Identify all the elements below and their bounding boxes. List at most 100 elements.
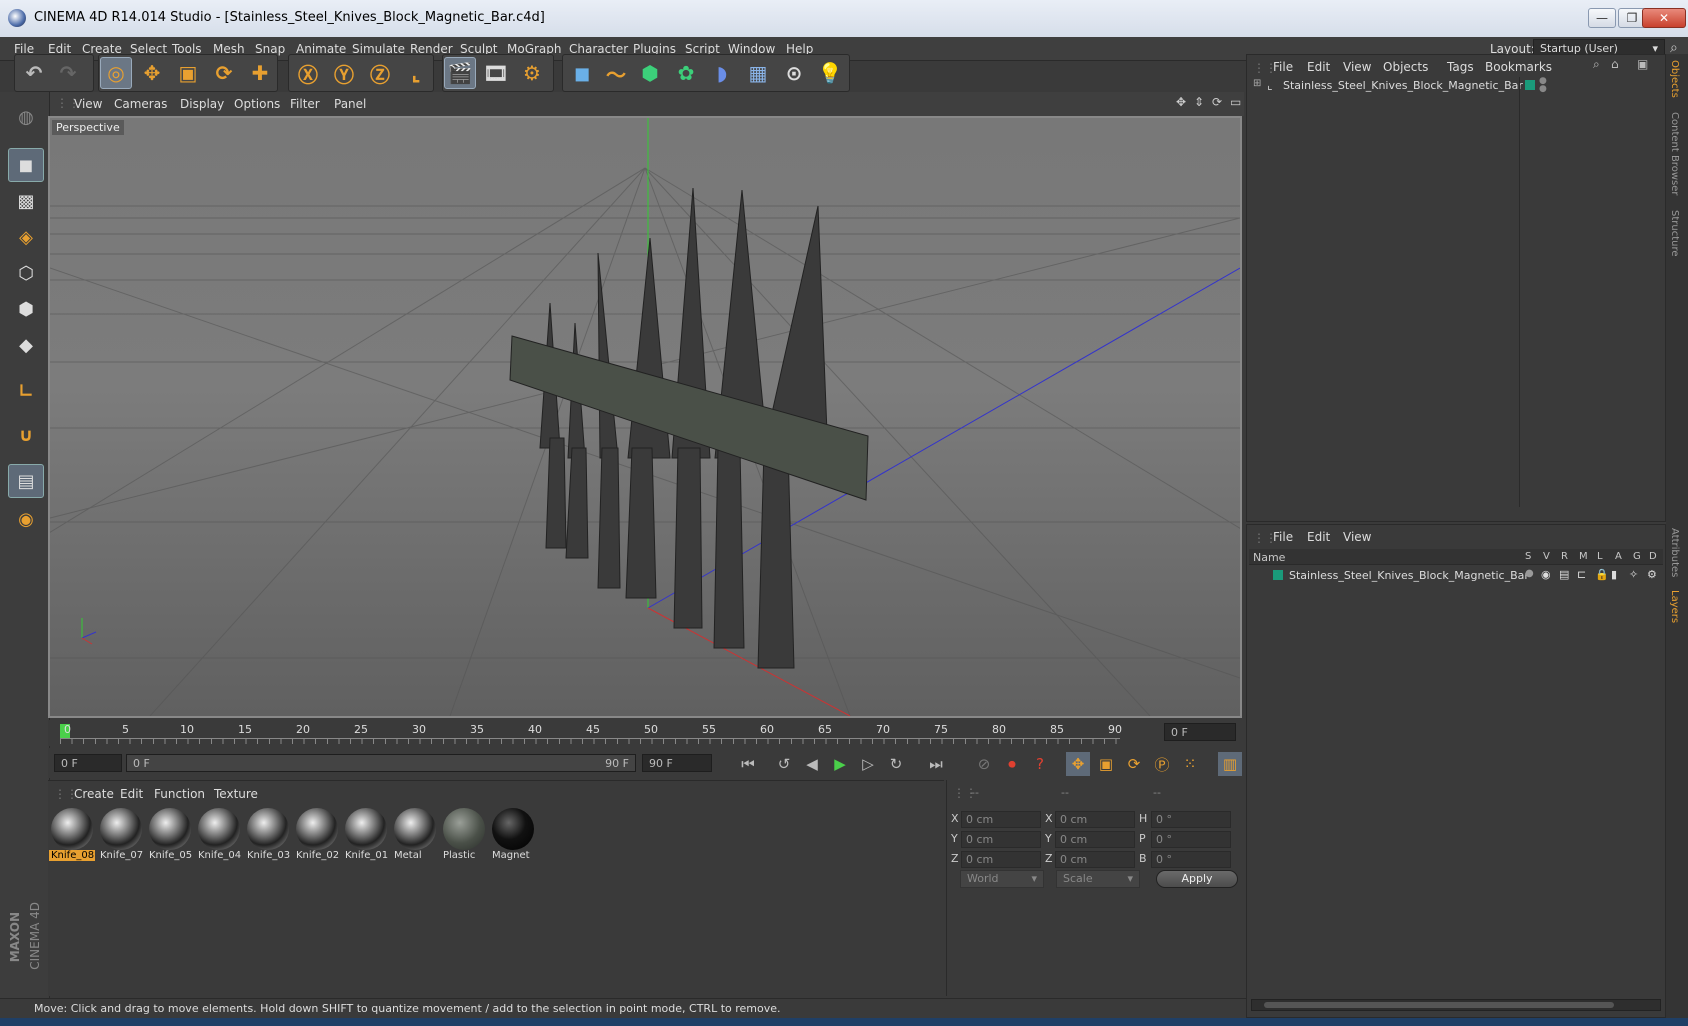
scale-icon[interactable]: ▣ (172, 57, 204, 89)
record-keys-icon[interactable]: ⊘ (972, 752, 996, 776)
mat-menu-create[interactable]: Create (74, 787, 114, 801)
obj-menu-objects[interactable]: Objects (1383, 60, 1428, 74)
vp-menu-display[interactable]: Display (180, 97, 224, 111)
timeline-ruler[interactable]: 0 5 10 15 20 25 30 35 40 45 50 55 60 65 … (48, 720, 1242, 746)
play-icon[interactable]: ▶ (828, 752, 852, 776)
render-icon[interactable]: ▤ (1559, 568, 1569, 581)
obj-menu-edit[interactable]: Edit (1307, 60, 1330, 74)
mat-menu-function[interactable]: Function (154, 787, 205, 801)
key-rotation-icon[interactable]: ⟳ (1122, 752, 1146, 776)
rotate-icon[interactable]: ⟳ (208, 57, 240, 89)
grid-snap-icon[interactable]: ◉ (8, 502, 44, 536)
tab-content-browser[interactable]: Content Browser (1669, 112, 1680, 195)
points-mode-icon[interactable]: ⬡ (8, 256, 44, 290)
mat-menu-texture[interactable]: Texture (214, 787, 258, 801)
move-icon[interactable]: ✥ (136, 57, 168, 89)
light-icon[interactable]: 💡 (814, 57, 846, 89)
prev-key-icon[interactable]: ↺ (772, 752, 796, 776)
obj-menu-bookmarks[interactable]: Bookmarks (1485, 60, 1552, 74)
lock-icon[interactable]: 🔒 (1595, 568, 1609, 581)
size-y-field[interactable]: 0 cm (1055, 831, 1135, 848)
layer-row[interactable]: Stainless_Steel_Knives_Block_Magnetic_Ba… (1249, 567, 1663, 585)
new-view-icon[interactable]: ▣ (1637, 57, 1648, 71)
obj-menu-tags[interactable]: Tags (1447, 60, 1474, 74)
dolly-icon[interactable]: ⇕ (1194, 95, 1204, 109)
maximize-view-icon[interactable]: ▭ (1230, 95, 1241, 109)
model-mode-icon[interactable]: ◼ (8, 148, 44, 182)
tab-structure[interactable]: Structure (1669, 210, 1680, 257)
axis-mode-icon[interactable]: ∟ (8, 374, 44, 408)
material-swatch[interactable]: Knife_04 (196, 806, 242, 862)
layer-menu-edit[interactable]: Edit (1307, 530, 1330, 544)
vp-menu-cameras[interactable]: Cameras (114, 97, 167, 111)
size-x-field[interactable]: 0 cm (1055, 811, 1135, 828)
material-swatch[interactable]: Knife_03 (245, 806, 291, 862)
apply-button[interactable]: Apply (1156, 870, 1238, 888)
tab-layers[interactable]: Layers (1669, 590, 1680, 623)
edges-mode-icon[interactable]: ⬢ (8, 292, 44, 326)
start-frame-field[interactable]: 0 F (54, 754, 122, 772)
key-scale-icon[interactable]: ▣ (1094, 752, 1118, 776)
obj-menu-file[interactable]: File (1273, 60, 1293, 74)
layer-menu-file[interactable]: File (1273, 530, 1293, 544)
vp-menu-panel[interactable]: Panel (334, 97, 366, 111)
visibility-eye-icon[interactable]: ◉ (1541, 568, 1551, 581)
position-x-field[interactable]: 0 cm (961, 811, 1041, 828)
goto-end-icon[interactable]: ⏭ (924, 752, 948, 776)
horizontal-scrollbar[interactable] (1251, 999, 1661, 1011)
solo-icon[interactable]: ● (1525, 568, 1534, 579)
coordinate-mode-select[interactable]: World ▾ (960, 870, 1044, 888)
deformer-icon[interactable]: ◗ (706, 57, 738, 89)
vp-menu-filter[interactable]: Filter (290, 97, 320, 111)
material-swatch[interactable]: Metal (392, 806, 438, 862)
tab-attributes[interactable]: Attributes (1669, 528, 1680, 577)
minimize-button[interactable]: — (1588, 8, 1616, 28)
current-frame-field[interactable]: 0 F (1164, 723, 1236, 741)
subdivision-icon[interactable]: ⬢ (634, 57, 666, 89)
position-z-field[interactable]: 0 cm (961, 851, 1041, 868)
timeline-window-icon[interactable]: ▥ (1218, 752, 1242, 776)
floor-icon[interactable]: ▦ (742, 57, 774, 89)
camera-icon[interactable]: ⊙ (778, 57, 810, 89)
material-swatch[interactable]: Knife_07 (98, 806, 144, 862)
material-swatch[interactable]: Knife_08 (49, 806, 95, 862)
animation-icon[interactable]: ▮ (1611, 568, 1617, 581)
material-swatch[interactable]: Knife_01 (343, 806, 389, 862)
undo-icon[interactable]: ↶ (18, 57, 50, 89)
tab-objects[interactable]: Objects (1669, 60, 1680, 98)
search-icon[interactable]: ⌕ (1593, 57, 1600, 72)
layer-menu-view[interactable]: View (1343, 530, 1371, 544)
end-frame-field[interactable]: 90 F (642, 754, 712, 772)
home-icon[interactable]: ⌂ (1611, 57, 1619, 71)
key-param-icon[interactable]: Ⓟ (1150, 752, 1174, 776)
mat-menu-edit[interactable]: Edit (120, 787, 143, 801)
cube-icon[interactable]: ◼ (566, 57, 598, 89)
pan-icon[interactable]: ✥ (1176, 95, 1186, 109)
size-z-field[interactable]: 0 cm (1055, 851, 1135, 868)
generators-icon[interactable]: ✧ (1629, 568, 1638, 581)
workplane-mode-icon[interactable]: ◈ (8, 220, 44, 254)
next-frame-icon[interactable]: ▷ (856, 752, 880, 776)
x-axis-lock-icon[interactable]: Ⓧ (292, 57, 324, 89)
key-position-icon[interactable]: ✥ (1066, 752, 1090, 776)
size-mode-select[interactable]: Scale ▾ (1056, 870, 1140, 888)
z-axis-lock-icon[interactable]: Ⓩ (364, 57, 396, 89)
layer-color-swatch[interactable] (1273, 570, 1283, 580)
rotation-b-field[interactable]: 0 ° (1151, 851, 1231, 868)
close-button[interactable]: ✕ (1642, 8, 1686, 28)
orbit-icon[interactable]: ⟳ (1212, 95, 1222, 109)
object-row[interactable]: ⊞ ⌞ Stainless_Steel_Knives_Block_Magneti… (1253, 77, 1661, 507)
coordinate-system-icon[interactable]: ⌞ (400, 57, 432, 89)
workplane-lock-icon[interactable]: ▤ (8, 464, 44, 498)
expand-icon[interactable]: ⊞ (1253, 78, 1261, 89)
render-settings-icon[interactable]: ⚙ (516, 57, 548, 89)
redo-icon[interactable]: ↷ (52, 57, 84, 89)
manager-icon[interactable]: ⊏ (1577, 568, 1586, 581)
cloner-icon[interactable]: ✿ (670, 57, 702, 89)
polygons-mode-icon[interactable]: ◆ (8, 328, 44, 362)
make-editable-icon[interactable]: ◍ (8, 100, 44, 134)
goto-start-icon[interactable]: ⏮ (736, 752, 760, 776)
layer-color-tag[interactable] (1525, 80, 1535, 90)
render-picture-viewer-icon[interactable]: 🎞 (480, 57, 512, 89)
vp-menu-view[interactable]: View (74, 97, 102, 111)
